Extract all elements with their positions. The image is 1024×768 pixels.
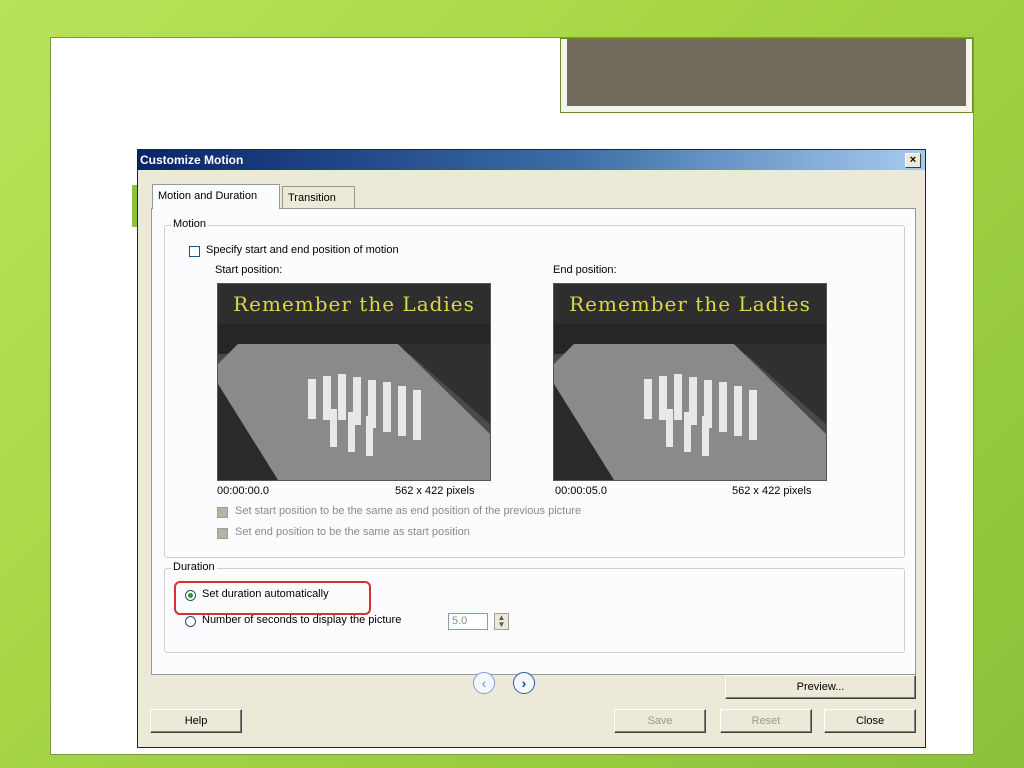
preview-button[interactable]: Preview... (725, 675, 916, 699)
start-position-image[interactable]: Remember the Ladies (217, 283, 491, 481)
same-as-start-label: Set end position to be the same as start… (235, 526, 470, 538)
same-as-previous-label: Set start position to be the same as end… (235, 505, 582, 517)
dialog-titlebar: Customize Motion × (138, 150, 925, 170)
end-size: 562 x 422 pixels (732, 485, 812, 497)
start-size: 562 x 422 pixels (395, 485, 475, 497)
save-button[interactable]: Save (614, 709, 706, 733)
help-button[interactable]: Help (150, 709, 242, 733)
specify-motion-checkbox[interactable] (189, 246, 200, 257)
seconds-duration-label: Number of seconds to display the picture (202, 614, 402, 626)
tab-panel: Motion Specify start and end position of… (151, 208, 916, 675)
previous-arrow-icon[interactable]: ‹ (473, 672, 495, 694)
tab-motion-and-duration[interactable]: Motion and Duration (152, 184, 280, 209)
next-arrow-icon[interactable]: › (513, 672, 535, 694)
motion-group-label: Motion (171, 218, 209, 230)
end-position-label: End position: (553, 264, 617, 276)
start-time: 00:00:00.0 (217, 485, 269, 497)
same-as-previous-checkbox[interactable] (217, 507, 228, 518)
start-image-caption: Remember the Ladies (233, 292, 475, 316)
top-banner (560, 38, 973, 113)
reset-button[interactable]: Reset (720, 709, 812, 733)
close-icon[interactable]: × (905, 153, 921, 168)
dialog-title: Customize Motion (140, 153, 244, 167)
same-as-start-checkbox[interactable] (217, 528, 228, 539)
highlight-annotation (174, 581, 371, 615)
seconds-input[interactable]: 5.0 (448, 613, 488, 630)
seconds-spinner[interactable]: ▲ ▼ (494, 613, 509, 630)
seconds-duration-radio[interactable] (185, 616, 196, 627)
end-position-image[interactable]: Remember the Ladies (553, 283, 827, 481)
start-position-label: Start position: (215, 264, 283, 276)
close-button[interactable]: Close (824, 709, 916, 733)
customize-motion-dialog: Customize Motion × Motion and Duration T… (137, 149, 926, 748)
duration-group-label: Duration (171, 561, 217, 573)
specify-motion-label: Specify start and end position of motion (206, 244, 399, 256)
tab-transition[interactable]: Transition (282, 186, 355, 208)
motion-groupbox: Motion Specify start and end position of… (164, 218, 905, 558)
end-image-caption: Remember the Ladies (569, 292, 811, 316)
end-time: 00:00:05.0 (555, 485, 607, 497)
